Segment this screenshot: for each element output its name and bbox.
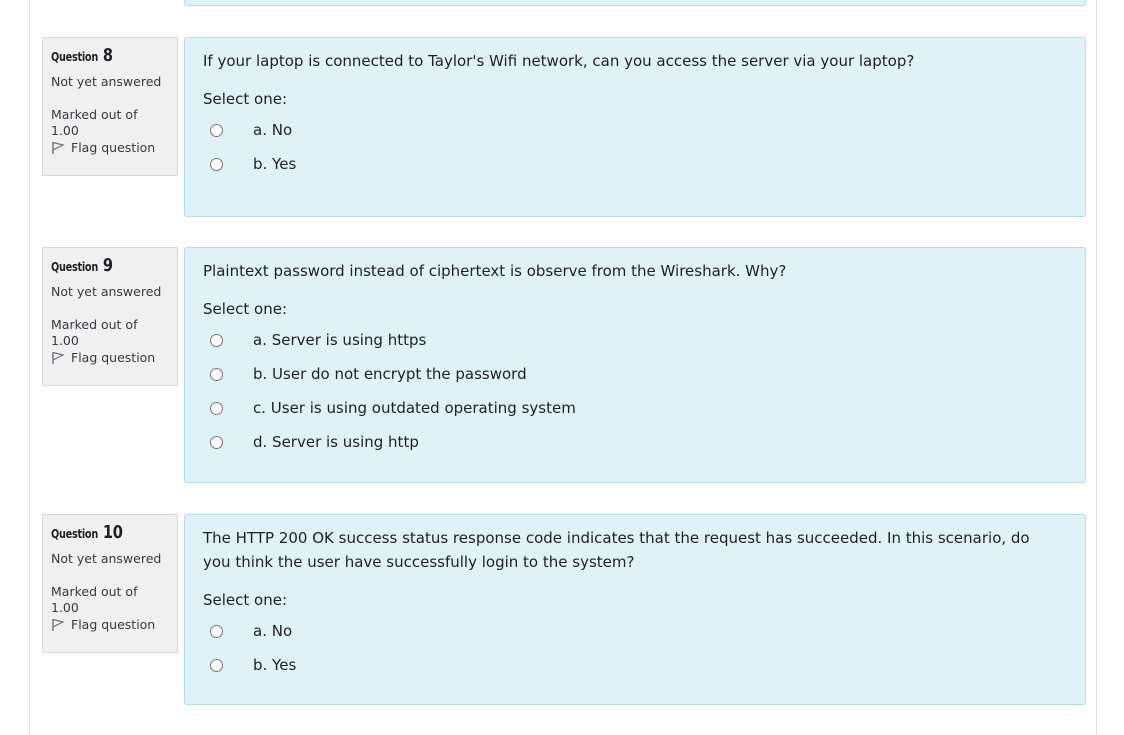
- question-number-value: 10: [102, 522, 123, 543]
- question-status: Not yet answered: [51, 74, 162, 89]
- question-marks: Marked out of 1.00: [51, 107, 138, 138]
- answer-option-a[interactable]: a. Server is using https: [203, 323, 1067, 357]
- question-content-8: If your laptop is connected to Taylor's …: [184, 37, 1086, 217]
- question-text: Plaintext password instead of ciphertext…: [203, 262, 787, 280]
- flag-icon: [52, 141, 65, 154]
- select-one-prompt: Select one:: [203, 300, 288, 318]
- flag-question-button[interactable]: Flag question: [51, 350, 169, 365]
- radio-button[interactable]: [210, 624, 223, 638]
- flag-icon: [52, 351, 65, 364]
- question-text: If your laptop is connected to Taylor's …: [203, 52, 915, 70]
- question-info-10: Question 10 Not yet answered Marked out …: [42, 514, 178, 653]
- answer-option-a[interactable]: a. No: [203, 113, 1067, 147]
- answer-option-c[interactable]: c. User is using outdated operating syst…: [203, 391, 1067, 425]
- question-number-value: 8: [102, 45, 113, 66]
- radio-button[interactable]: [210, 123, 223, 137]
- previous-question-content: [184, 0, 1086, 6]
- radio-button[interactable]: [210, 658, 223, 672]
- radio-button[interactable]: [210, 435, 223, 449]
- radio-button[interactable]: [210, 333, 223, 347]
- question-content-9: Plaintext password instead of ciphertext…: [184, 247, 1086, 483]
- question-info-9: Question 9 Not yet answered Marked out o…: [42, 247, 178, 386]
- question-content-10: The HTTP 200 OK success status response …: [184, 514, 1086, 705]
- radio-button[interactable]: [210, 401, 223, 415]
- question-text: The HTTP 200 OK success status response …: [203, 529, 1030, 571]
- answer-option-b[interactable]: b. User do not encrypt the password: [203, 357, 1067, 391]
- flag-icon: [52, 618, 65, 631]
- select-one-prompt: Select one:: [203, 90, 288, 108]
- question-status: Not yet answered: [51, 284, 162, 299]
- answer-option-b[interactable]: b. Yes: [203, 147, 1067, 181]
- question-number: Question 9: [51, 255, 113, 276]
- select-one-prompt: Select one:: [203, 591, 288, 609]
- question-info-8: Question 8 Not yet answered Marked out o…: [42, 37, 178, 176]
- question-marks: Marked out of 1.00: [51, 584, 138, 615]
- question-marks: Marked out of 1.00: [51, 317, 138, 348]
- flag-question-button[interactable]: Flag question: [51, 140, 169, 155]
- question-number: Question 10: [51, 522, 123, 543]
- radio-button[interactable]: [210, 157, 223, 171]
- question-number: Question 8: [51, 45, 113, 66]
- answer-option-b[interactable]: b. Yes: [203, 648, 1067, 682]
- flag-question-button[interactable]: Flag question: [51, 617, 169, 632]
- answer-option-a[interactable]: a. No: [203, 614, 1067, 648]
- question-status: Not yet answered: [51, 551, 162, 566]
- radio-button[interactable]: [210, 367, 223, 381]
- answer-option-d[interactable]: d. Server is using http: [203, 425, 1067, 459]
- question-number-value: 9: [102, 255, 113, 276]
